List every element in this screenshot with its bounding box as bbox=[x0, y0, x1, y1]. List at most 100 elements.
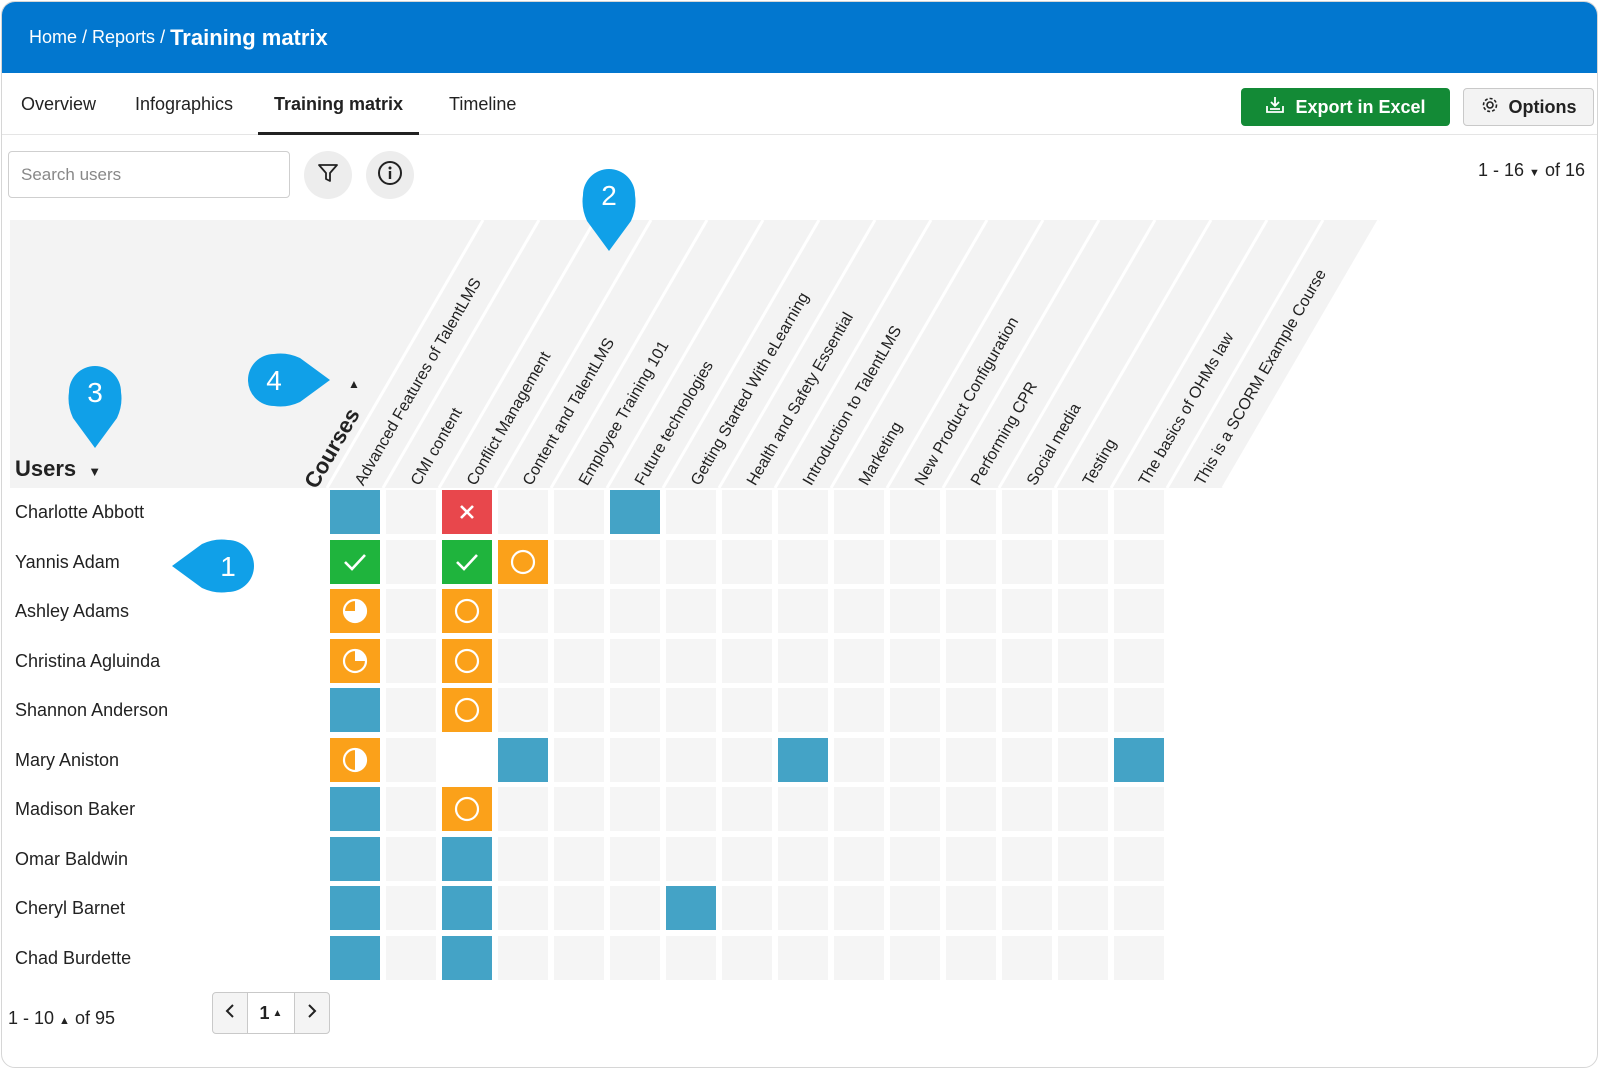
matrix-cell-empty[interactable] bbox=[834, 688, 884, 732]
matrix-cell-empty[interactable] bbox=[666, 837, 716, 881]
matrix-cell-empty[interactable] bbox=[946, 688, 996, 732]
matrix-cell-empty[interactable] bbox=[1058, 639, 1108, 683]
matrix-cell-empty[interactable] bbox=[890, 639, 940, 683]
matrix-cell-empty[interactable] bbox=[722, 886, 772, 930]
matrix-cell-empty[interactable] bbox=[554, 688, 604, 732]
matrix-cell-completed[interactable] bbox=[442, 540, 492, 584]
matrix-cell-enrolled[interactable] bbox=[330, 837, 380, 881]
caret-up-icon[interactable]: ▲ bbox=[59, 1015, 70, 1027]
matrix-cell-enrolled[interactable] bbox=[498, 738, 548, 782]
matrix-cell-empty[interactable] bbox=[1114, 639, 1164, 683]
tab-infographics[interactable]: Infographics bbox=[135, 73, 233, 135]
matrix-cell-empty[interactable] bbox=[834, 886, 884, 930]
matrix-cell-enrolled[interactable] bbox=[330, 490, 380, 534]
matrix-cell-empty[interactable] bbox=[834, 936, 884, 980]
matrix-cell-empty[interactable] bbox=[722, 490, 772, 534]
user-row-name[interactable]: Shannon Anderson bbox=[15, 688, 168, 732]
user-row-name[interactable]: Ashley Adams bbox=[15, 589, 129, 633]
matrix-cell-not-started[interactable] bbox=[442, 589, 492, 633]
matrix-cell-empty[interactable] bbox=[1114, 688, 1164, 732]
matrix-cell-enrolled[interactable] bbox=[330, 936, 380, 980]
matrix-cell-empty[interactable] bbox=[610, 787, 660, 831]
user-row-name[interactable]: Chad Burdette bbox=[15, 936, 131, 980]
matrix-cell-empty[interactable] bbox=[722, 639, 772, 683]
user-row-name[interactable]: Cheryl Barnet bbox=[15, 886, 125, 930]
matrix-cell-empty[interactable] bbox=[610, 886, 660, 930]
matrix-cell-empty[interactable] bbox=[554, 639, 604, 683]
matrix-cell-empty[interactable] bbox=[666, 639, 716, 683]
user-row-name[interactable]: Yannis Adam bbox=[15, 540, 120, 584]
matrix-cell-empty[interactable] bbox=[386, 738, 436, 782]
matrix-cell-empty[interactable] bbox=[666, 589, 716, 633]
tab-overview[interactable]: Overview bbox=[21, 73, 96, 135]
matrix-cell-empty[interactable] bbox=[946, 589, 996, 633]
matrix-cell-empty[interactable] bbox=[722, 738, 772, 782]
user-row-name[interactable]: Madison Baker bbox=[15, 787, 135, 831]
matrix-cell-in-progress[interactable] bbox=[330, 738, 380, 782]
matrix-cell-enrolled[interactable] bbox=[610, 490, 660, 534]
matrix-cell-empty[interactable] bbox=[946, 738, 996, 782]
matrix-cell-empty[interactable] bbox=[386, 787, 436, 831]
tab-training-matrix[interactable]: Training matrix bbox=[258, 73, 419, 135]
users-pager[interactable]: 1 - 10 ▲ of 95 bbox=[8, 1008, 115, 1029]
matrix-cell-empty[interactable] bbox=[1002, 886, 1052, 930]
matrix-cell-empty[interactable] bbox=[834, 639, 884, 683]
matrix-cell-empty[interactable] bbox=[610, 639, 660, 683]
matrix-cell-blank[interactable] bbox=[442, 738, 492, 782]
matrix-cell-empty[interactable] bbox=[722, 936, 772, 980]
matrix-cell-empty[interactable] bbox=[666, 688, 716, 732]
matrix-cell-empty[interactable] bbox=[946, 639, 996, 683]
matrix-cell-empty[interactable] bbox=[778, 837, 828, 881]
matrix-cell-empty[interactable] bbox=[778, 589, 828, 633]
matrix-cell-empty[interactable] bbox=[946, 837, 996, 881]
matrix-cell-empty[interactable] bbox=[610, 540, 660, 584]
matrix-cell-empty[interactable] bbox=[1114, 837, 1164, 881]
info-button[interactable] bbox=[366, 151, 414, 199]
matrix-cell-empty[interactable] bbox=[778, 688, 828, 732]
export-excel-button[interactable]: Export in Excel bbox=[1241, 88, 1450, 126]
user-row-name[interactable]: Mary Aniston bbox=[15, 738, 119, 782]
matrix-cell-enrolled[interactable] bbox=[442, 936, 492, 980]
matrix-cell-in-progress[interactable] bbox=[330, 639, 380, 683]
matrix-cell-empty[interactable] bbox=[834, 589, 884, 633]
matrix-cell-empty[interactable] bbox=[946, 787, 996, 831]
matrix-cell-completed[interactable] bbox=[330, 540, 380, 584]
matrix-cell-empty[interactable] bbox=[666, 738, 716, 782]
matrix-cell-enrolled[interactable] bbox=[330, 787, 380, 831]
matrix-cell-empty[interactable] bbox=[498, 688, 548, 732]
matrix-cell-empty[interactable] bbox=[498, 936, 548, 980]
matrix-cell-empty[interactable] bbox=[1002, 490, 1052, 534]
matrix-cell-empty[interactable] bbox=[946, 936, 996, 980]
matrix-cell-empty[interactable] bbox=[778, 490, 828, 534]
matrix-cell-not-started[interactable] bbox=[498, 540, 548, 584]
matrix-cell-empty[interactable] bbox=[386, 837, 436, 881]
sort-arrow-icon[interactable]: ▲ bbox=[348, 377, 360, 391]
next-page-button[interactable] bbox=[294, 992, 330, 1034]
matrix-cell-empty[interactable] bbox=[1114, 540, 1164, 584]
matrix-cell-empty[interactable] bbox=[834, 540, 884, 584]
matrix-cell-empty[interactable] bbox=[890, 490, 940, 534]
matrix-cell-empty[interactable] bbox=[890, 589, 940, 633]
matrix-cell-empty[interactable] bbox=[778, 639, 828, 683]
matrix-cell-empty[interactable] bbox=[554, 837, 604, 881]
prev-page-button[interactable] bbox=[212, 992, 248, 1034]
filter-button[interactable] bbox=[304, 151, 352, 199]
matrix-cell-empty[interactable] bbox=[666, 787, 716, 831]
matrix-cell-enrolled[interactable] bbox=[330, 886, 380, 930]
matrix-cell-empty[interactable] bbox=[1058, 540, 1108, 584]
matrix-cell-empty[interactable] bbox=[1114, 490, 1164, 534]
search-input[interactable] bbox=[8, 151, 290, 198]
matrix-cell-empty[interactable] bbox=[386, 589, 436, 633]
matrix-cell-empty[interactable] bbox=[498, 589, 548, 633]
matrix-cell-empty[interactable] bbox=[1002, 589, 1052, 633]
matrix-cell-empty[interactable] bbox=[890, 886, 940, 930]
matrix-cell-empty[interactable] bbox=[554, 936, 604, 980]
breadcrumb-home[interactable]: Home bbox=[29, 27, 77, 48]
matrix-cell-empty[interactable] bbox=[890, 837, 940, 881]
matrix-cell-empty[interactable] bbox=[1002, 738, 1052, 782]
matrix-cell-empty[interactable] bbox=[1002, 540, 1052, 584]
matrix-cell-not-started[interactable] bbox=[442, 688, 492, 732]
matrix-cell-empty[interactable] bbox=[890, 688, 940, 732]
breadcrumb-reports[interactable]: Reports bbox=[92, 27, 155, 48]
matrix-cell-empty[interactable] bbox=[1114, 787, 1164, 831]
